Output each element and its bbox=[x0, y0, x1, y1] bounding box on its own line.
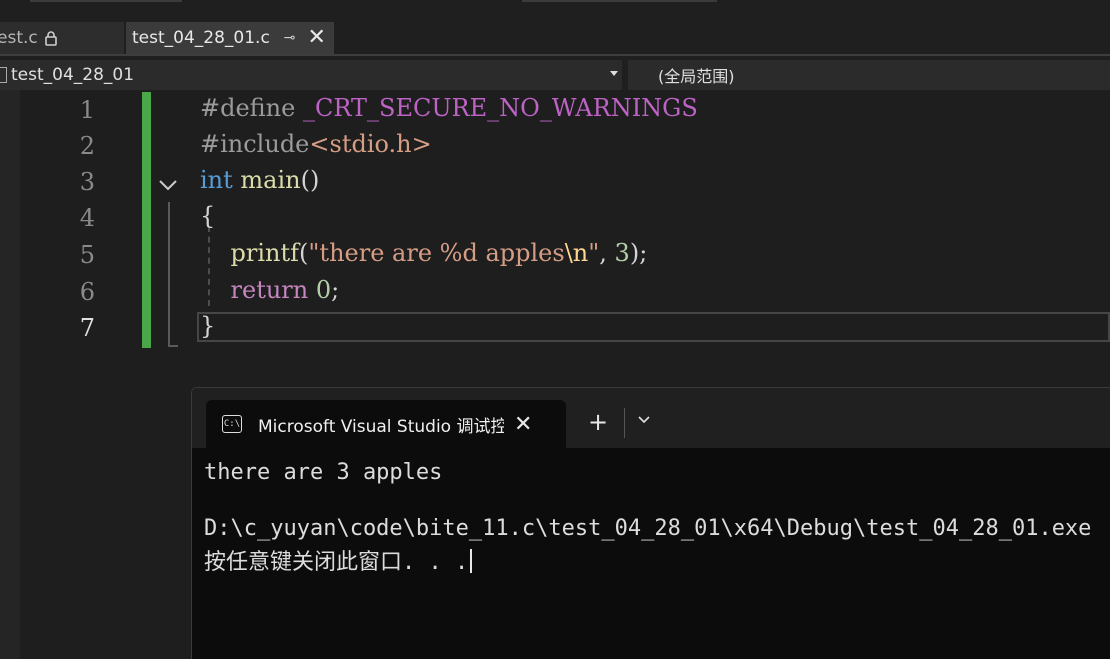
file-icon bbox=[0, 67, 7, 83]
code-line-3: int main() bbox=[200, 166, 320, 194]
change-bar bbox=[142, 92, 151, 348]
line-number-current: 7 bbox=[79, 314, 95, 342]
top-strip bbox=[0, 0, 1110, 22]
chevron-down-icon[interactable] bbox=[158, 178, 178, 192]
code-line-1: #define _CRT_SECURE_NO_WARNINGS bbox=[200, 94, 698, 122]
pin-icon[interactable]: ⊸ bbox=[284, 30, 296, 46]
line-number: 4 bbox=[79, 204, 95, 232]
line-number: 5 bbox=[79, 241, 95, 269]
terminal-output-line: 按任意键关闭此窗口. . . bbox=[204, 544, 473, 576]
line-number: 1 bbox=[79, 96, 95, 124]
scroll-accent bbox=[30, 0, 182, 2]
line-number: 3 bbox=[79, 168, 95, 196]
code-line-4: { bbox=[200, 202, 216, 230]
tab-test-c[interactable]: est.c bbox=[0, 22, 124, 54]
terminal-output-line: D:\c_yuyan\code\bite_11.c\test_04_28_01\… bbox=[204, 516, 1092, 541]
terminal-tab-bar: C:\ Microsoft Visual Studio 调试控制台 ✕ + bbox=[192, 388, 1110, 448]
project-dropdown[interactable]: test_04_28_01 bbox=[0, 60, 622, 90]
code-line-5: printf("there are %d apples\n", 3); bbox=[230, 239, 648, 267]
close-icon[interactable]: ✕ bbox=[308, 27, 326, 49]
fold-line-end bbox=[168, 345, 178, 347]
tab-test-04-28-01[interactable]: test_04_28_01.c ⊸ ✕ bbox=[126, 22, 334, 54]
chevron-down-icon[interactable] bbox=[638, 414, 650, 426]
current-line-highlight bbox=[197, 312, 1110, 342]
line-number: 6 bbox=[79, 278, 95, 306]
terminal-tab-title: Microsoft Visual Studio 调试控制台 bbox=[258, 416, 504, 437]
code-line-6: return 0; bbox=[230, 276, 340, 304]
lock-icon bbox=[44, 30, 58, 46]
text-cursor bbox=[470, 549, 473, 573]
terminal-tab[interactable]: C:\ Microsoft Visual Studio 调试控制台 ✕ bbox=[206, 400, 566, 448]
fold-line bbox=[168, 202, 170, 346]
new-tab-button[interactable]: + bbox=[588, 408, 608, 436]
close-icon[interactable]: ✕ bbox=[514, 412, 532, 437]
scope-dropdown[interactable]: (全局范围) bbox=[628, 60, 1110, 90]
divider bbox=[624, 408, 625, 438]
scope-label: (全局范围) bbox=[658, 67, 735, 86]
chevron-down-icon[interactable] bbox=[610, 71, 618, 76]
document-tab-bar: est.c test_04_28_01.c ⊸ ✕ bbox=[0, 22, 1110, 56]
navigation-bar: test_04_28_01 (全局范围) bbox=[0, 58, 1110, 90]
tab-label: est.c bbox=[0, 28, 38, 48]
line-number: 2 bbox=[79, 132, 95, 160]
editor-margin bbox=[0, 90, 20, 659]
code-line-7: } bbox=[200, 312, 216, 340]
terminal-prompt: 按任意键关闭此窗口. . . bbox=[204, 550, 469, 575]
terminal-output-line: there are 3 apples bbox=[204, 460, 443, 485]
project-name: test_04_28_01 bbox=[11, 65, 135, 85]
debug-console-window[interactable]: C:\ Microsoft Visual Studio 调试控制台 ✕ + th… bbox=[191, 387, 1110, 659]
tab-label: test_04_28_01.c bbox=[132, 28, 270, 48]
code-line-2: #include<stdio.h> bbox=[200, 130, 432, 158]
console-icon: C:\ bbox=[222, 415, 242, 433]
scroll-accent bbox=[522, 0, 717, 2]
